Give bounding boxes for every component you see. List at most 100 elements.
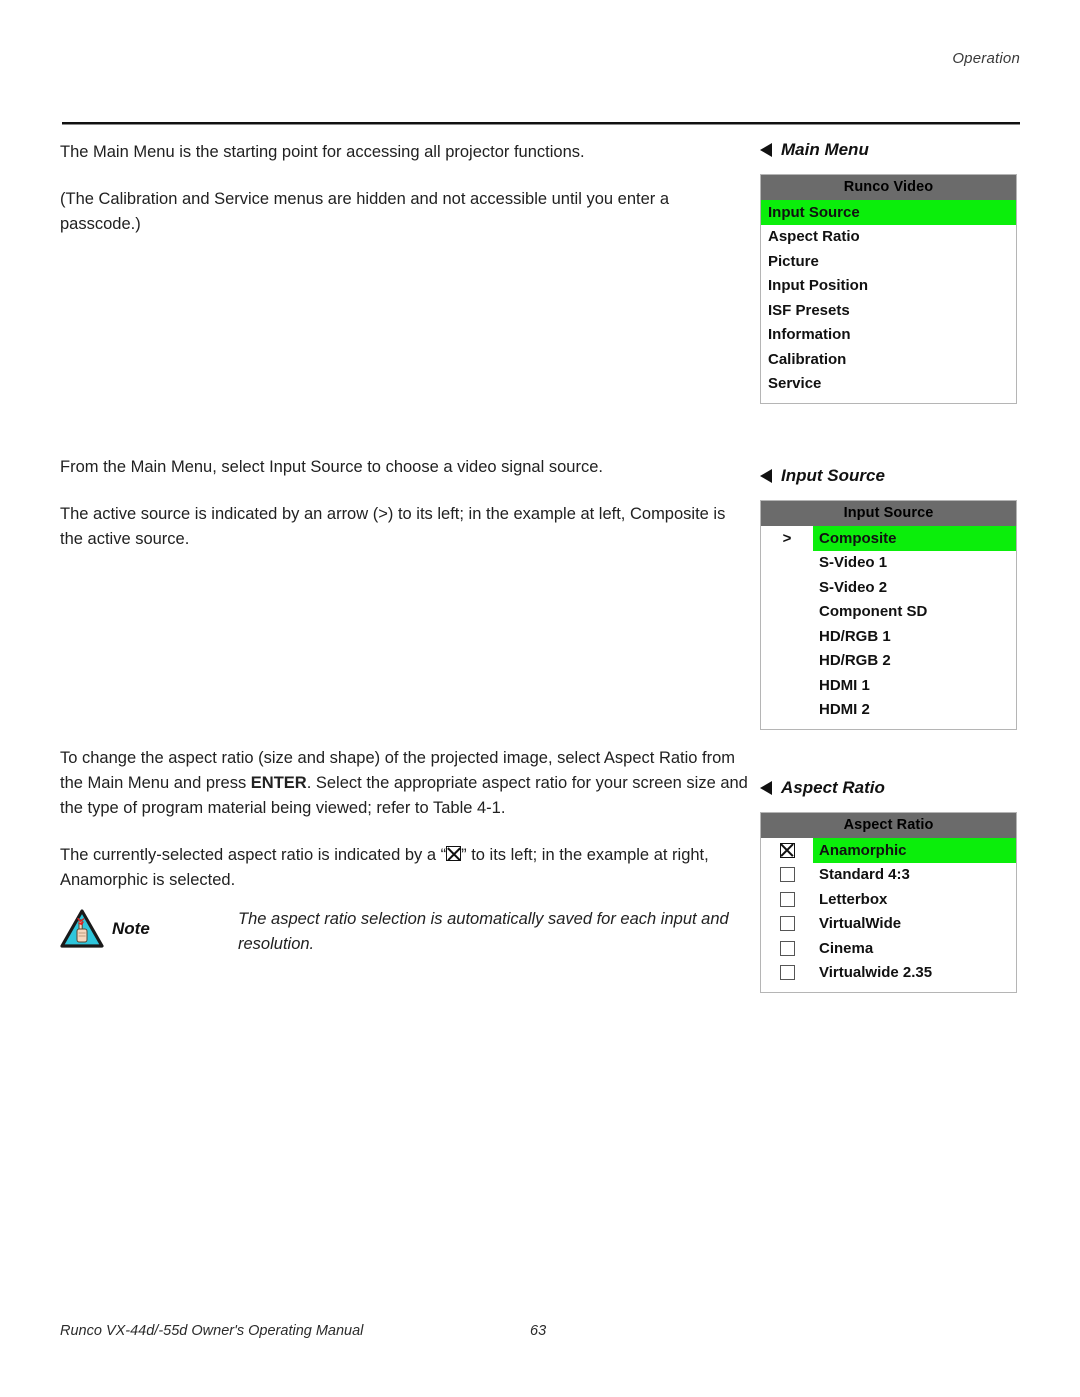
heading-main-menu-label: Main Menu	[781, 140, 869, 159]
header-divider-rule	[62, 122, 1020, 125]
heading-input-source: Input Source	[760, 466, 1020, 486]
osd-item-composite[interactable]: > Composite	[761, 526, 1016, 551]
marker-slot	[761, 600, 813, 625]
osd-item-input-source[interactable]: Input Source	[761, 200, 1016, 225]
checkbox-slot	[761, 961, 813, 986]
triangle-left-icon	[760, 143, 772, 157]
osd-item-s-video-2[interactable]: S-Video 2	[761, 575, 1016, 600]
checkbox-checked-icon[interactable]	[779, 842, 795, 858]
osd-item-hdmi-2[interactable]: HDMI 2	[761, 698, 1016, 723]
osd-item-label: Aspect Ratio	[768, 228, 860, 246]
marker-slot	[761, 624, 813, 649]
checkbox-unchecked-icon[interactable]	[779, 867, 795, 883]
osd-item-label: VirtualWide	[819, 915, 902, 933]
triangle-left-icon	[760, 781, 772, 795]
footer-manual-title: Runco VX-44d/-55d Owner's Operating Manu…	[60, 1323, 364, 1339]
osd-item-label: Virtualwide 2.35	[819, 964, 933, 982]
footer-page-number: 63	[530, 1323, 547, 1339]
osd-item-label: ISF Presets	[768, 301, 850, 319]
osd-item-label: Input Source	[761, 200, 1016, 225]
osd-input-source-title: Input Source	[761, 501, 1016, 526]
paragraph-aspect-ratio-2: The currently-selected aspect ratio is i…	[60, 843, 750, 893]
osd-item-label: S-Video 2	[819, 578, 888, 596]
osd-item-letterbox[interactable]: Letterbox	[761, 887, 1016, 912]
osd-item-label: Composite	[813, 526, 1016, 551]
osd-illustration-column: Main Menu Runco Video Input Source Aspec…	[760, 140, 1020, 993]
enter-key-emphasis: ENTER	[250, 774, 307, 792]
marker-slot	[761, 575, 813, 600]
osd-item-input-position[interactable]: Input Position	[761, 274, 1016, 299]
osd-aspect-ratio-title: Aspect Ratio	[761, 813, 1016, 838]
marker-slot	[761, 673, 813, 698]
marker-slot	[761, 551, 813, 576]
osd-item-label: Service	[768, 375, 822, 393]
osd-item-label: Anamorphic	[813, 838, 1016, 863]
osd-item-component-sd[interactable]: Component SD	[761, 600, 1016, 625]
note-callout: Note The aspect ratio selection is autom…	[60, 905, 760, 957]
heading-input-source-label: Input Source	[781, 466, 885, 485]
osd-item-hdmi-1[interactable]: HDMI 1	[761, 673, 1016, 698]
note-label: Note	[112, 919, 150, 938]
body-text-column: The Main Menu is the starting point for …	[60, 140, 750, 915]
osd-item-aspect-ratio[interactable]: Aspect Ratio	[761, 225, 1016, 250]
osd-item-label: Letterbox	[819, 890, 888, 908]
heading-aspect-ratio-label: Aspect Ratio	[781, 778, 885, 797]
checkbox-slot	[761, 838, 813, 863]
osd-input-source: Input Source > Composite S-Video 1 S-Vid…	[760, 500, 1017, 730]
paragraph-input-source-1: From the Main Menu, select Input Source …	[60, 458, 603, 476]
heading-aspect-ratio: Aspect Ratio	[760, 778, 1020, 798]
page-header-section-label: Operation	[952, 50, 1020, 67]
osd-item-label: Standard 4:3	[819, 866, 910, 884]
checkbox-unchecked-icon[interactable]	[779, 916, 795, 932]
note-hand-triangle-icon	[60, 909, 104, 949]
osd-item-label: HDMI 2	[819, 701, 870, 719]
osd-main-menu-items: Input Source Aspect Ratio Picture Input …	[761, 200, 1016, 403]
osd-main-menu: Runco Video Input Source Aspect Ratio Pi…	[760, 174, 1017, 404]
paragraph-input-source-2: The active source is indicated by an arr…	[60, 505, 726, 548]
osd-item-label: Input Position	[768, 277, 868, 295]
osd-item-label: HDMI 1	[819, 676, 870, 694]
osd-item-picture[interactable]: Picture	[761, 249, 1016, 274]
osd-item-information[interactable]: Information	[761, 323, 1016, 348]
checkbox-unchecked-icon[interactable]	[779, 940, 795, 956]
osd-input-source-items: > Composite S-Video 1 S-Video 2 Componen…	[761, 526, 1016, 729]
marker-slot	[761, 698, 813, 723]
osd-item-label: Picture	[768, 252, 819, 270]
paragraph-aspect-ratio-1: To change the aspect ratio (size and sha…	[60, 746, 750, 821]
osd-item-virtualwide[interactable]: VirtualWide	[761, 912, 1016, 937]
checkbox-slot	[761, 863, 813, 888]
osd-item-virtualwide-2-35[interactable]: Virtualwide 2.35	[761, 961, 1016, 986]
osd-item-anamorphic[interactable]: Anamorphic	[761, 838, 1016, 863]
osd-main-menu-title: Runco Video	[761, 175, 1016, 200]
marker-slot	[761, 649, 813, 674]
paragraph-main-menu-1: The Main Menu is the starting point for …	[60, 143, 585, 161]
osd-item-label: Information	[768, 326, 851, 344]
checkbox-slot	[761, 936, 813, 961]
osd-item-label: HD/RGB 2	[819, 652, 891, 670]
active-source-arrow-icon: >	[782, 529, 792, 547]
triangle-left-icon	[760, 469, 772, 483]
osd-item-standard-4-3[interactable]: Standard 4:3	[761, 863, 1016, 888]
osd-item-isf-presets[interactable]: ISF Presets	[761, 298, 1016, 323]
osd-item-cinema[interactable]: Cinema	[761, 936, 1016, 961]
osd-item-hd-rgb-2[interactable]: HD/RGB 2	[761, 649, 1016, 674]
osd-item-calibration[interactable]: Calibration	[761, 347, 1016, 372]
checkbox-slot	[761, 887, 813, 912]
boxed-x-icon	[446, 846, 462, 861]
osd-item-label: Calibration	[768, 350, 847, 368]
osd-aspect-ratio-items: Anamorphic Standard 4:3 Letterbox Virtua…	[761, 838, 1016, 992]
osd-item-label: Component SD	[819, 603, 928, 621]
osd-item-hd-rgb-1[interactable]: HD/RGB 1	[761, 624, 1016, 649]
paragraph-aspect-ratio-2-part-a: The currently-selected aspect ratio is i…	[60, 846, 447, 864]
osd-aspect-ratio: Aspect Ratio Anamorphic Standard 4:3 Let…	[760, 812, 1017, 993]
checkbox-slot	[761, 912, 813, 937]
heading-main-menu: Main Menu	[760, 140, 1020, 160]
osd-item-label: S-Video 1	[819, 554, 888, 572]
checkbox-unchecked-icon[interactable]	[779, 965, 795, 981]
note-text: The aspect ratio selection is automatica…	[238, 910, 729, 953]
osd-item-service[interactable]: Service	[761, 372, 1016, 397]
note-icon-group: Note	[60, 905, 180, 949]
checkbox-unchecked-icon[interactable]	[779, 891, 795, 907]
osd-item-s-video-1[interactable]: S-Video 1	[761, 551, 1016, 576]
osd-item-label: HD/RGB 1	[819, 627, 891, 645]
